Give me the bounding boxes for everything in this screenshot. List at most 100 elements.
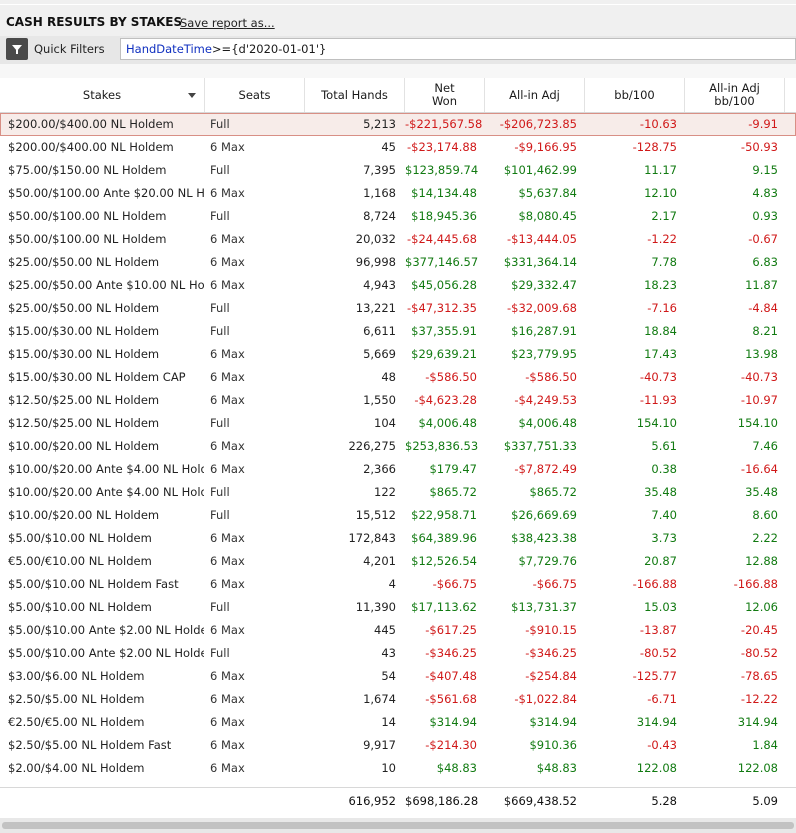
- seats-cell: 6 Max: [210, 577, 245, 591]
- bb100-cell: 18.23: [644, 278, 677, 292]
- table-row[interactable]: $50.00/$100.00 Ante $20.00 NL Holdem 6 Ma…: [0, 182, 796, 205]
- table-row[interactable]: $5.00/$10.00 NL Holdem Full 11,390 $17,113.…: [0, 596, 796, 619]
- column-header-bb100[interactable]: bb/100: [585, 78, 685, 112]
- table-row[interactable]: $75.00/$150.00 NL Holdem Full 7,395 $123,85…: [0, 159, 796, 182]
- column-header-net-won[interactable]: Net Won: [405, 78, 485, 112]
- bb100-cell: 3.73: [651, 531, 677, 545]
- allin-adj-cell: -$13,444.05: [507, 232, 577, 246]
- bb100-cell: 35.48: [644, 485, 677, 499]
- net-won-cell: -$346.25: [425, 646, 477, 660]
- quick-filter-button[interactable]: [6, 38, 28, 60]
- seats-cell: Full: [210, 416, 230, 430]
- allin-adj-bb100-cell: 12.06: [745, 600, 778, 614]
- seats-cell: 6 Max: [210, 140, 245, 154]
- allin-adj-cell: $5,637.84: [518, 186, 577, 200]
- stakes-cell: $15.00/$30.00 NL Holdem: [8, 324, 160, 338]
- column-header-total-hands[interactable]: Total Hands: [305, 78, 405, 112]
- table-row[interactable]: $50.00/$100.00 NL Holdem 6 Max 20,032 -$24,…: [0, 228, 796, 251]
- table-row[interactable]: $200.00/$400.00 NL Holdem Full 5,213 -$221,…: [0, 113, 796, 136]
- table-row[interactable]: $5.00/$10.00 NL Holdem 6 Max 172,843 $64,38…: [0, 527, 796, 550]
- table-row[interactable]: $3.00/$6.00 NL Holdem 6 Max 54 -$407.48 -$25…: [0, 665, 796, 688]
- net-won-cell: -$66.75: [432, 577, 477, 591]
- total-hands-cell: 5,213: [363, 117, 396, 131]
- allin-adj-cell: $48.83: [536, 761, 577, 775]
- table-row[interactable]: $10.00/$20.00 NL Holdem 6 Max 226,275 $253,…: [0, 435, 796, 458]
- results-grid: Stakes Seats Total Hands Net Won All-in …: [0, 78, 796, 818]
- sort-down-arrow-icon[interactable]: [188, 93, 196, 98]
- allin-adj-bb100-cell: 1.84: [752, 738, 778, 752]
- allin-adj-bb100-cell: 9.15: [752, 163, 778, 177]
- table-row[interactable]: $25.00/$50.00 Ante $10.00 NL Holdem 6 Max…: [0, 274, 796, 297]
- table-row[interactable]: $5.00/$10.00 Ante $2.00 NL Holdem Full 43 -…: [0, 642, 796, 665]
- table-row[interactable]: $25.00/$50.00 NL Holdem Full 13,221 -$47,31…: [0, 297, 796, 320]
- table-row[interactable]: $12.50/$25.00 NL Holdem Full 104 $4,006.48 $…: [0, 412, 796, 435]
- total-hands-cell: 1,168: [363, 186, 396, 200]
- allin-adj-cell: $8,080.45: [518, 209, 577, 223]
- total-hands-cell: 15,512: [355, 508, 396, 522]
- table-row[interactable]: $25.00/$50.00 NL Holdem 6 Max 96,998 $377,1…: [0, 251, 796, 274]
- allin-adj-cell: $910.36: [529, 738, 577, 752]
- net-won-cell: -$617.25: [425, 623, 477, 637]
- table-row[interactable]: $5.00/$10.00 NL Holdem Fast 6 Max 4 -$66.75…: [0, 573, 796, 596]
- net-won-cell: $29,639.21: [411, 347, 477, 361]
- stakes-cell: $5.00/$10.00 NL Holdem Fast: [8, 577, 179, 591]
- table-row[interactable]: $15.00/$30.00 NL Holdem Full 6,611 $37,355.…: [0, 320, 796, 343]
- table-row[interactable]: $200.00/$400.00 NL Holdem 6 Max 45 -$23,174…: [0, 136, 796, 159]
- column-header-seats[interactable]: Seats: [205, 78, 305, 112]
- bb100-cell: -1.22: [647, 232, 677, 246]
- allin-adj-bb100-cell: 154.10: [737, 416, 778, 430]
- table-row[interactable]: $10.00/$20.00 Ante $4.00 NL Holdem 6 Max 2…: [0, 458, 796, 481]
- table-row[interactable]: $2.50/$5.00 NL Holdem Fast 6 Max 9,917 -$21…: [0, 734, 796, 757]
- save-report-link[interactable]: Save report as...: [180, 16, 275, 30]
- table-row[interactable]: $2.50/$5.00 NL Holdem 6 Max 1,674 -$561.68 -…: [0, 688, 796, 711]
- net-won-cell: -$561.68: [425, 692, 477, 706]
- total-hands-cell: 13,221: [355, 301, 396, 315]
- allin-adj-cell: -$254.84: [525, 669, 577, 683]
- allin-adj-cell: -$910.15: [525, 623, 577, 637]
- net-won-cell: $377,146.57: [405, 255, 479, 269]
- allin-adj-cell: -$206,723.85: [499, 117, 577, 131]
- table-row[interactable]: $15.00/$30.00 NL Holdem CAP 6 Max 48 -$586.…: [0, 366, 796, 389]
- filter-field: HandDateTime: [126, 42, 212, 56]
- horizontal-scrollbar[interactable]: [0, 818, 796, 833]
- stakes-cell: $10.00/$20.00 NL Holdem: [8, 508, 160, 522]
- stakes-cell: $5.00/$10.00 Ante $2.00 NL Holdem: [8, 646, 204, 660]
- total-hands-cell: 172,843: [348, 531, 396, 545]
- total-hands-cell: 226,275: [348, 439, 396, 453]
- total-hands-cell: 45: [381, 140, 396, 154]
- allin-adj-bb100-cell: -16.64: [740, 462, 778, 476]
- filter-value: {d'2020-01-01'}: [231, 42, 327, 56]
- allin-adj-bb100-cell: -50.93: [740, 140, 778, 154]
- bb100-cell: 15.03: [644, 600, 677, 614]
- net-won-cell: $4,006.48: [418, 416, 477, 430]
- seats-cell: 6 Max: [210, 462, 245, 476]
- bb100-cell: 0.38: [651, 462, 677, 476]
- column-header-allin-adj-bb100[interactable]: All-in Adj bb/100: [685, 78, 785, 112]
- total-hands-cell: 43: [381, 646, 396, 660]
- grid-header: Stakes Seats Total Hands Net Won All-in …: [0, 78, 796, 113]
- quick-filter-input[interactable]: HandDateTime>={d'2020-01-01'}: [120, 38, 796, 60]
- table-row[interactable]: $2.00/$4.00 NL Holdem 6 Max 10 $48.83 $48.83…: [0, 757, 796, 780]
- allin-adj-cell: $314.94: [529, 715, 577, 729]
- stakes-cell: €5.00/€10.00 NL Holdem: [8, 554, 152, 568]
- allin-adj-bb100-cell: 8.60: [752, 508, 778, 522]
- table-row[interactable]: $15.00/$30.00 NL Holdem 6 Max 5,669 $29,639…: [0, 343, 796, 366]
- net-won-cell: $14,134.48: [411, 186, 477, 200]
- stakes-cell: $2.50/$5.00 NL Holdem Fast: [8, 738, 172, 752]
- table-row[interactable]: $5.00/$10.00 Ante $2.00 NL Holdem 6 Max 44…: [0, 619, 796, 642]
- stakes-cell: $25.00/$50.00 NL Holdem: [8, 255, 160, 269]
- table-row[interactable]: $10.00/$20.00 Ante $4.00 NL Holdem Full 12…: [0, 481, 796, 504]
- scrollbar-thumb[interactable]: [2, 822, 794, 829]
- table-row[interactable]: €2.50/€5.00 NL Holdem 6 Max 14 $314.94 $314.…: [0, 711, 796, 734]
- table-row[interactable]: $12.50/$25.00 NL Holdem 6 Max 1,550 -$4,623…: [0, 389, 796, 412]
- bb100-cell: -166.88: [632, 577, 677, 591]
- total-hands-cell: 8,724: [363, 209, 396, 223]
- table-row[interactable]: €5.00/€10.00 NL Holdem 6 Max 4,201 $12,526.…: [0, 550, 796, 573]
- table-row[interactable]: $50.00/$100.00 NL Holdem Full 8,724 $18,945…: [0, 205, 796, 228]
- bb100-cell: -10.63: [639, 117, 677, 131]
- allin-adj-bb100-cell: -12.22: [740, 692, 778, 706]
- seats-cell: Full: [210, 485, 230, 499]
- column-header-stakes[interactable]: Stakes: [0, 78, 205, 112]
- column-header-allin-adj[interactable]: All-in Adj: [485, 78, 585, 112]
- table-row[interactable]: $10.00/$20.00 NL Holdem Full 15,512 $22,958…: [0, 504, 796, 527]
